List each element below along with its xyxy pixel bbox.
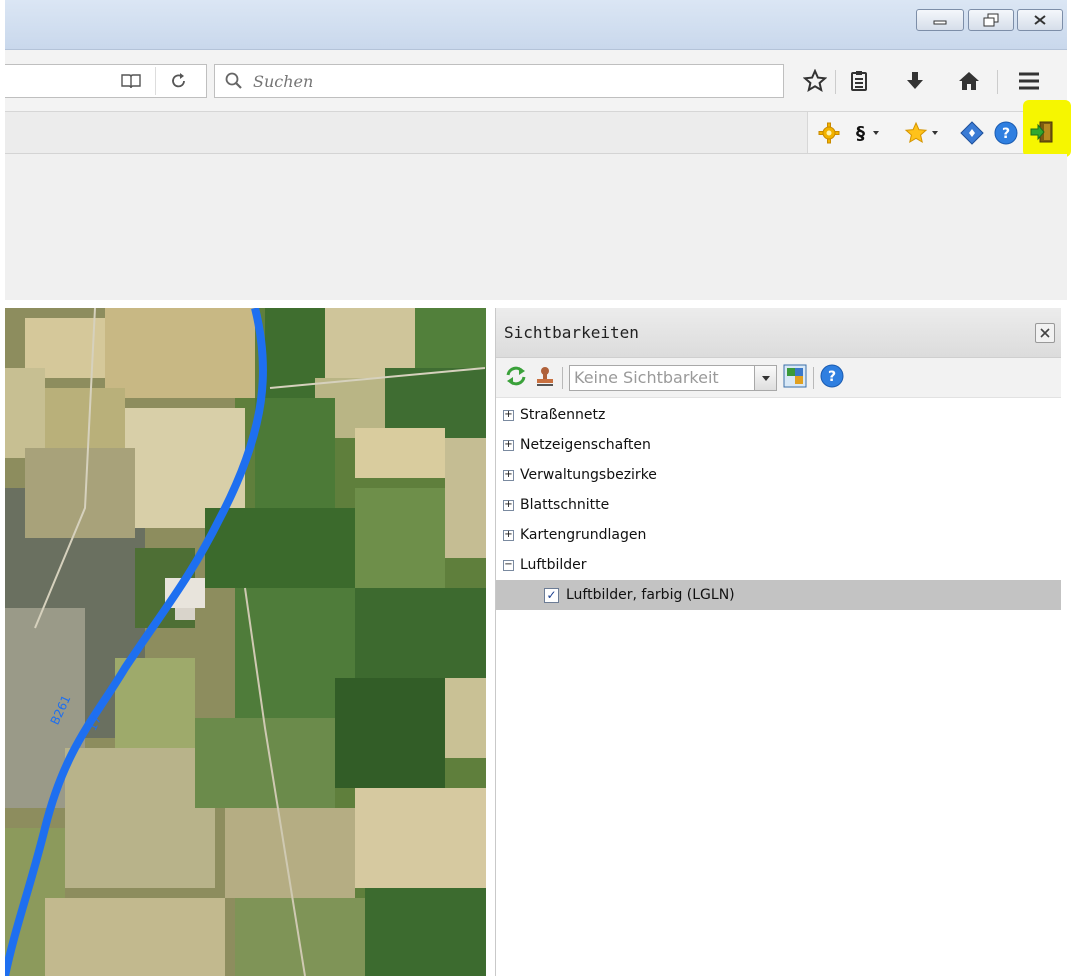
tree-item-strassennetz[interactable]: + Straßennetz [496,400,1061,430]
chevron-down-icon [873,131,879,135]
login-button[interactable] [1030,120,1056,148]
settings-button[interactable] [818,121,840,145]
tree-item-label: Luftbilder, farbig (LGLN) [566,587,735,603]
collapse-icon[interactable]: − [503,559,514,571]
help-button[interactable]: ? [994,121,1018,145]
expand-icon[interactable]: + [503,499,514,511]
download-icon [907,72,923,89]
toolbar-separator-2 [813,366,814,389]
favorites-button[interactable] [904,121,940,145]
navigation-diamond-icon [960,121,984,145]
tree-item-luftbilder-farbig[interactable]: ✓ Luftbilder, farbig (LGLN) [496,580,1061,610]
panel-close-button[interactable] [1035,323,1055,343]
search-icon [225,72,242,89]
tree-item-label: Kartengrundlagen [520,527,647,543]
map-canvas[interactable] [5,308,486,976]
login-icon [1030,121,1053,143]
toolbar-separator [562,366,563,389]
help-icon: ? [994,121,1018,145]
toolbar-divider-2 [997,70,998,94]
menu-button[interactable] [1015,67,1043,95]
bookmarks-list-button[interactable] [845,67,873,95]
panel-toolbar: Keine Sichtbarkeit ? [496,358,1061,398]
close-window-button[interactable] [1017,9,1063,31]
bookmarks-list-icon [851,71,867,91]
svg-text:?: ? [1002,126,1010,142]
layer-tree: + Straßennetz + Netzeigenschaften + Verw… [496,398,1061,610]
home-button[interactable] [955,67,983,95]
window-titlebar [5,0,1067,50]
panel-title: Sichtbarkeiten [504,323,639,342]
tree-item-blattschnitte[interactable]: + Blattschnitte [496,490,1061,520]
tree-item-label: Luftbilder [520,557,587,573]
chevron-down-icon[interactable] [754,365,776,390]
stamp-icon [537,366,553,386]
navigation-toolbar [5,50,1067,112]
home-icon [959,72,979,90]
refresh-icon [506,366,526,385]
tree-item-label: Verwaltungsbezirke [520,467,657,483]
download-button[interactable] [901,67,929,95]
map-picture-button[interactable] [783,364,807,392]
help-icon: ? [820,364,844,387]
reload-icon[interactable] [170,72,188,94]
favorites-star-icon [904,121,928,144]
stamp-button[interactable] [534,365,556,391]
navigation-button[interactable] [960,121,984,145]
aerial-map[interactable]: B261 17 [5,308,486,976]
close-icon [1040,328,1050,338]
close-icon [1034,15,1046,25]
paragraph-icon: § [856,122,865,144]
tree-item-label: Netzeigenschaften [520,437,651,453]
visibility-panel: Sichtbarkeiten Keine Sichtbarkeit ? + St… [495,308,1061,976]
content-header-area [5,154,1067,300]
tree-item-verwaltungsbezirke[interactable]: + Verwaltungsbezirke [496,460,1061,490]
refresh-button[interactable] [504,365,528,391]
visibility-select[interactable]: Keine Sichtbarkeit [569,364,777,391]
tree-item-luftbilder[interactable]: − Luftbilder [496,550,1061,580]
search-input[interactable] [251,70,731,92]
chevron-down-icon [932,131,938,135]
restore-button[interactable] [968,9,1014,31]
addon-toolbar: § ? [5,112,1067,154]
reader-view-icon[interactable] [120,72,142,94]
visibility-select-value: Keine Sichtbarkeit [574,368,719,387]
tree-item-label: Straßennetz [520,407,606,423]
paragraph-button[interactable]: § [856,121,881,145]
minimize-button[interactable] [916,9,964,31]
url-divider [155,67,156,95]
map-picture-icon [783,364,807,387]
expand-icon[interactable]: + [503,529,514,541]
search-bar[interactable] [214,64,784,98]
expand-icon[interactable]: + [503,439,514,451]
bookmark-star-icon [803,69,827,93]
layer-checkbox[interactable]: ✓ [544,587,559,603]
minimize-icon [933,20,947,25]
expand-icon[interactable]: + [503,469,514,481]
toolbar-divider [835,70,836,94]
panel-help-button[interactable]: ? [820,364,844,392]
expand-icon[interactable]: + [503,409,514,421]
menu-icon [1019,72,1039,90]
url-bar[interactable] [5,64,207,98]
tree-item-kartengrundlagen[interactable]: + Kartengrundlagen [496,520,1061,550]
bookmark-star-button[interactable] [801,67,829,95]
settings-icon [818,122,840,144]
restore-icon [983,13,999,27]
svg-text:?: ? [828,369,836,385]
tree-item-label: Blattschnitte [520,497,610,513]
tree-item-netzeigenschaften[interactable]: + Netzeigenschaften [496,430,1061,460]
panel-header: Sichtbarkeiten [496,308,1061,358]
